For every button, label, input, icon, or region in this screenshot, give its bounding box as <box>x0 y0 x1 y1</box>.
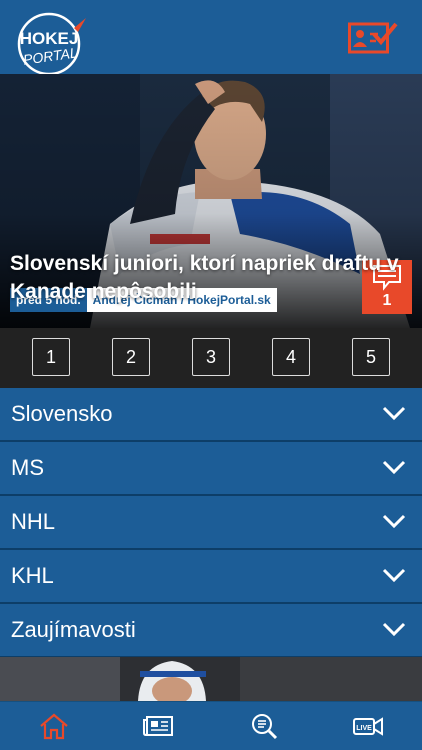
section-label: NHL <box>11 509 56 534</box>
section-label: Zaujímavosti <box>11 617 136 642</box>
svg-text:LIVE: LIVE <box>356 725 372 732</box>
chevron-down-icon <box>382 460 406 475</box>
section-khl[interactable]: KHL <box>0 550 422 604</box>
section-nhl[interactable]: NHL <box>0 496 422 550</box>
featured-article[interactable]: 1 pred 5 hod. Andrej Čičman / HokejPorta… <box>0 74 422 328</box>
hokejportal-logo[interactable]: HOKEJ PORTAL <box>12 10 90 76</box>
nav-search[interactable] <box>248 712 280 740</box>
page-button-4[interactable]: 4 <box>272 338 310 376</box>
section-label: Slovensko <box>11 401 113 426</box>
vote-button[interactable] <box>348 20 398 56</box>
vote-check-icon <box>348 22 398 54</box>
article-title[interactable]: Slovenskí juniori, ktorí napriek draftu … <box>10 250 410 306</box>
page-button-5[interactable]: 5 <box>352 338 390 376</box>
chevron-down-icon <box>382 514 406 529</box>
news-icon <box>143 716 173 736</box>
section-label: MS <box>11 455 44 480</box>
page-button-1[interactable]: 1 <box>32 338 70 376</box>
section-slovensko[interactable]: Slovensko <box>0 388 422 442</box>
chevron-down-icon <box>382 622 406 637</box>
nav-home[interactable] <box>38 712 70 740</box>
nav-news[interactable] <box>142 712 174 740</box>
page-button-2[interactable]: 2 <box>112 338 150 376</box>
top-bar: HOKEJ PORTAL <box>0 0 422 76</box>
bottom-navigation: LIVE <box>0 701 422 750</box>
home-icon <box>40 713 68 740</box>
nav-live[interactable]: LIVE <box>352 712 384 740</box>
article-photo <box>0 657 422 701</box>
section-list: Slovensko MS NHL KHL Zaujímavosti <box>0 388 422 658</box>
search-list-icon <box>252 714 278 740</box>
section-zaujimavosti[interactable]: Zaujímavosti <box>0 604 422 658</box>
chevron-down-icon <box>382 406 406 421</box>
next-article-thumbnail[interactable] <box>0 657 422 701</box>
live-video-icon: LIVE <box>353 717 383 736</box>
section-label: KHL <box>11 563 54 588</box>
article-pager: 1 2 3 4 5 <box>0 328 422 388</box>
page-button-3[interactable]: 3 <box>192 338 230 376</box>
chevron-down-icon <box>382 568 406 583</box>
section-ms[interactable]: MS <box>0 442 422 496</box>
